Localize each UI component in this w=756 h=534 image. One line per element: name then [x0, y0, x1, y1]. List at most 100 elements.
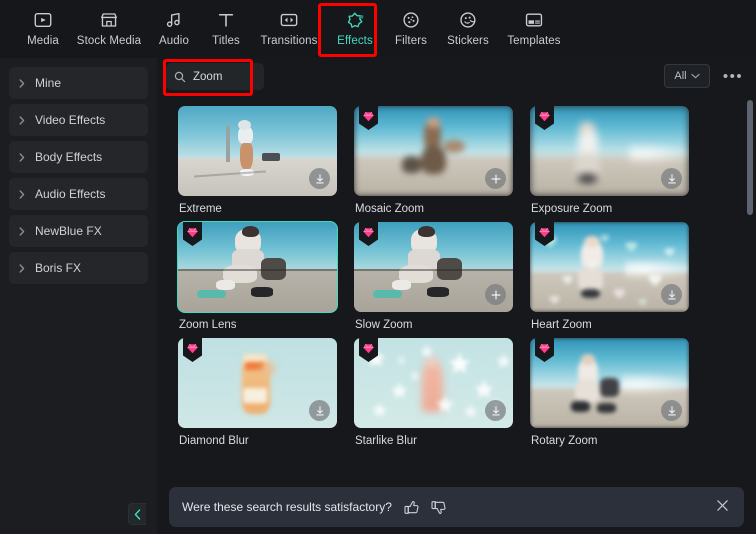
chevron-down-icon — [691, 73, 700, 79]
tab-stickers[interactable]: Stickers — [438, 0, 498, 56]
download-button[interactable] — [309, 400, 330, 421]
stock-media-icon — [99, 9, 119, 31]
titles-icon — [216, 9, 236, 31]
effect-thumbnail[interactable] — [178, 338, 337, 428]
tab-label: Stock Media — [76, 35, 142, 47]
add-to-timeline-button[interactable] — [485, 168, 506, 189]
effect-thumbnail[interactable] — [530, 222, 689, 312]
tab-label: Filters — [394, 35, 427, 47]
tab-label: Effects — [337, 35, 373, 47]
thumbs-down-icon[interactable] — [431, 500, 446, 515]
tab-effects[interactable]: Effects — [326, 0, 384, 56]
sidebar-item-label: Audio Effects — [35, 187, 106, 201]
effect-title: Diamond Blur — [179, 435, 249, 447]
search-icon — [174, 71, 186, 82]
grid-scrollbar-thumb[interactable] — [747, 100, 753, 215]
add-to-timeline-button[interactable] — [485, 284, 506, 305]
transitions-icon — [279, 9, 299, 31]
sidebar-item-body-effects[interactable]: Body Effects — [9, 141, 148, 173]
download-button[interactable] — [485, 400, 506, 421]
sidebar-item-audio-effects[interactable]: Audio Effects — [9, 178, 148, 210]
feedback-close-button[interactable] — [713, 499, 731, 516]
effect-thumbnail[interactable] — [354, 338, 513, 428]
tab-templates[interactable]: Templates — [498, 0, 570, 56]
sidebar-item-boris-fx[interactable]: Boris FX — [9, 252, 148, 284]
sidebar-collapse-button[interactable] — [128, 503, 146, 525]
pro-badge-icon — [535, 106, 554, 130]
sidebar-item-newblue-fx[interactable]: NewBlue FX — [9, 215, 148, 247]
effect-thumbnail[interactable] — [177, 221, 338, 313]
effect-title: Rotary Zoom — [531, 435, 598, 447]
chevron-right-icon — [9, 152, 35, 162]
effect-card[interactable]: Diamond Blur — [178, 338, 354, 447]
effect-card[interactable]: Starlike Blur — [354, 338, 530, 447]
download-button[interactable] — [309, 168, 330, 189]
effect-title: Exposure Zoom — [531, 203, 613, 215]
download-button[interactable] — [661, 168, 682, 189]
sidebar-item-label: NewBlue FX — [35, 224, 102, 238]
search-input[interactable]: Zoom — [166, 63, 264, 90]
tab-stock-media[interactable]: Stock Media — [70, 0, 148, 56]
tab-filters[interactable]: Filters — [384, 0, 438, 56]
feedback-rating-group — [404, 500, 446, 515]
download-button[interactable] — [661, 284, 682, 305]
effect-thumbnail[interactable] — [530, 106, 689, 196]
effect-title: Heart Zoom — [531, 319, 592, 331]
filters-icon — [401, 9, 421, 31]
sidebar-item-video-effects[interactable]: Video Effects — [9, 104, 148, 136]
filter-dropdown[interactable]: All — [664, 64, 710, 88]
effects-grid: Extreme Mosaic Zoom Exposure Zoom Zoom Lens… — [157, 98, 737, 454]
tab-label: Media — [27, 35, 59, 47]
tab-audio[interactable]: Audio — [148, 0, 200, 56]
chevron-left-icon — [134, 508, 141, 520]
stickers-icon — [458, 9, 478, 31]
pro-badge-icon — [359, 106, 378, 130]
tab-transitions[interactable]: Transitions — [252, 0, 326, 56]
search-input-value: Zoom — [193, 70, 223, 83]
effect-title: Extreme — [179, 203, 222, 215]
effect-card[interactable]: Exposure Zoom — [530, 106, 706, 215]
effect-thumbnail[interactable] — [354, 106, 513, 196]
effect-thumbnail[interactable] — [178, 106, 337, 196]
tab-label: Transitions — [260, 35, 318, 47]
sidebar-item-mine[interactable]: Mine — [9, 67, 148, 99]
filter-dropdown-value: All — [674, 70, 687, 82]
tab-label: Templates — [507, 35, 561, 47]
sidebar-item-label: Mine — [35, 76, 62, 90]
tab-titles[interactable]: Titles — [200, 0, 252, 56]
effect-title: Starlike Blur — [355, 435, 417, 447]
chevron-right-icon — [9, 115, 35, 125]
chevron-right-icon — [9, 78, 35, 88]
pro-badge-icon — [535, 338, 554, 362]
chevron-right-icon — [9, 263, 35, 273]
effect-card[interactable]: Rotary Zoom — [530, 338, 706, 447]
effect-title: Mosaic Zoom — [355, 203, 425, 215]
tab-media[interactable]: Media — [16, 0, 70, 56]
close-icon — [716, 499, 728, 511]
templates-icon — [524, 9, 544, 31]
grid-scrollbar[interactable] — [747, 100, 753, 482]
feedback-bar: Were these search results satisfactory? — [169, 487, 744, 527]
search-toolbar: Zoom All ••• — [157, 58, 756, 98]
download-button[interactable] — [661, 400, 682, 421]
pro-badge-icon — [359, 222, 378, 246]
effect-card[interactable]: Zoom Lens — [177, 221, 354, 331]
effect-thumbnail[interactable] — [530, 338, 689, 428]
effect-title: Zoom Lens — [179, 319, 237, 331]
effect-thumbnail[interactable] — [354, 222, 513, 312]
effect-title: Slow Zoom — [355, 319, 413, 331]
pro-badge-icon — [183, 338, 202, 362]
pro-badge-icon — [183, 222, 202, 246]
chevron-right-icon — [9, 189, 35, 199]
effect-card[interactable]: Slow Zoom — [354, 222, 530, 331]
effect-card[interactable]: Mosaic Zoom — [354, 106, 530, 215]
thumbs-up-icon[interactable] — [404, 500, 419, 515]
pro-badge-icon — [359, 338, 378, 362]
sidebar-item-label: Video Effects — [35, 113, 106, 127]
chevron-right-icon — [9, 226, 35, 236]
effects-icon — [345, 9, 366, 31]
audio-icon — [164, 9, 184, 31]
effect-card[interactable]: Extreme — [178, 106, 354, 215]
more-options-button[interactable]: ••• — [722, 66, 744, 86]
effect-card[interactable]: Heart Zoom — [530, 222, 706, 331]
